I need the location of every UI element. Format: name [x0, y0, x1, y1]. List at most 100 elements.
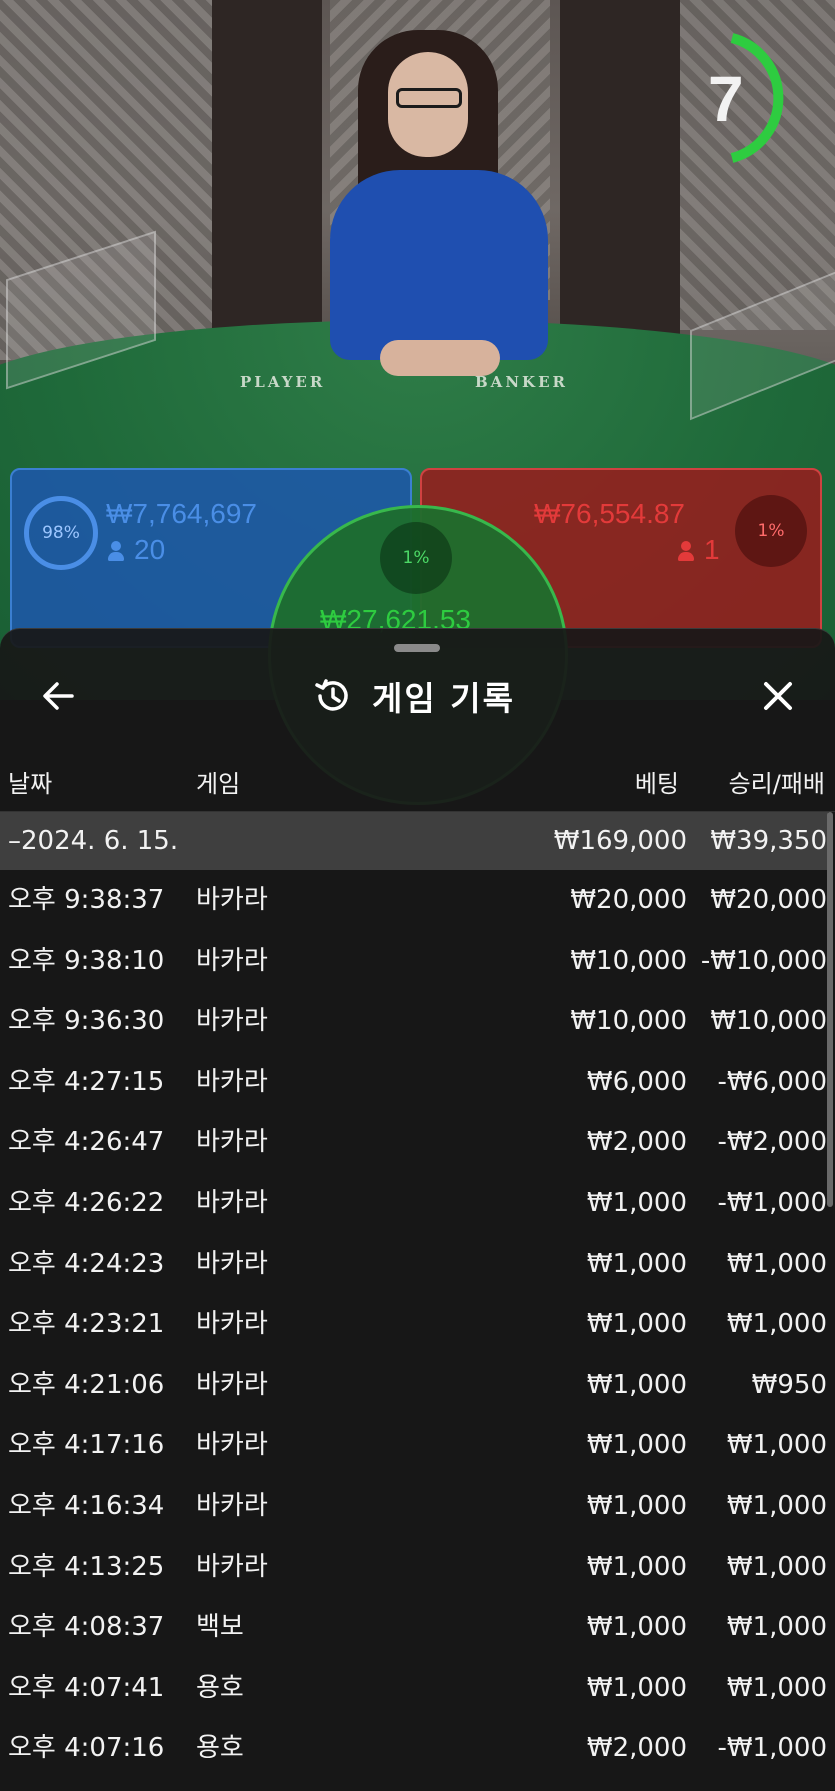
history-row[interactable]: 오후 4:13:25 바카라 ₩1,000 ₩1,000	[0, 1537, 835, 1598]
row-result: ₩950	[751, 1369, 827, 1400]
row-date: 오후 4:17:16	[8, 1430, 165, 1461]
history-row[interactable]: 오후 4:16:34 바카라 ₩1,000 ₩1,000	[0, 1476, 835, 1537]
row-game: 바카라	[196, 1248, 268, 1279]
row-result: -₩2,000	[717, 1127, 827, 1158]
column-header-date[interactable]: 날짜	[8, 764, 52, 799]
row-result: -₩10,000	[700, 945, 827, 976]
row-game: 바카라	[196, 945, 268, 976]
row-bet: ₩1,000	[586, 1672, 687, 1703]
dealer-hands	[380, 340, 500, 376]
row-bet: ₩10,000	[570, 945, 687, 976]
sheet-drag-handle[interactable]	[394, 644, 440, 652]
row-date: 오후 4:27:15	[8, 1066, 165, 1097]
row-date: 오후 9:38:10	[8, 945, 165, 976]
row-bet: ₩1,000	[586, 1551, 687, 1582]
row-date: 오후 4:07:16	[8, 1733, 165, 1764]
row-game: 용호	[196, 1733, 244, 1764]
banker-bettor-count-value: 1	[704, 534, 720, 565]
history-row[interactable]: 오후 4:23:21 바카라 ₩1,000 ₩1,000	[0, 1294, 835, 1355]
back-arrow-icon[interactable]	[38, 675, 80, 717]
history-row[interactable]: 오후 9:38:10 바카라 ₩10,000 -₩10,000	[0, 931, 835, 992]
row-date: 오후 4:07:41	[8, 1672, 165, 1703]
person-icon	[108, 541, 124, 561]
row-date: 오후 4:08:37	[8, 1612, 165, 1643]
row-bet: ₩1,000	[586, 1187, 687, 1218]
row-result: ₩1,000	[726, 1672, 827, 1703]
tie-percent-ring: 1%	[380, 522, 452, 594]
row-result: ₩1,000	[726, 1430, 827, 1461]
row-date: 오후 9:38:37	[8, 885, 165, 915]
row-game: 바카라	[196, 1006, 268, 1037]
pillar-right	[560, 0, 680, 360]
row-result: ₩1,000	[726, 1612, 827, 1643]
row-bet: ₩6,000	[586, 1066, 687, 1097]
row-game: 백보	[196, 1612, 244, 1643]
column-header-result[interactable]: 승리/패배	[729, 764, 825, 799]
history-row[interactable]: 오후 4:07:16 용호 ₩2,000 -₩1,000	[0, 1718, 835, 1779]
banker-bet-amount: ₩76,554.87	[534, 498, 685, 529]
pillar-left	[212, 0, 322, 360]
row-bet: ₩1,000	[586, 1612, 687, 1643]
row-result: -₩1,000	[717, 1187, 827, 1218]
row-bet: ₩20,000	[570, 885, 687, 915]
sheet-title: 게임 기록	[312, 672, 515, 720]
row-date: 오후 4:13:25	[8, 1551, 165, 1582]
row-result: ₩10,000	[710, 1006, 827, 1037]
row-game: 바카라	[196, 885, 268, 915]
banker-percent-ring: 1%	[735, 495, 807, 567]
row-bet: ₩1,000	[586, 1309, 687, 1340]
history-row[interactable]: 오후 9:38:37 바카라 ₩20,000 ₩20,000	[0, 870, 835, 931]
row-game: 바카라	[196, 1430, 268, 1461]
row-result: ₩1,000	[726, 1551, 827, 1582]
history-row[interactable]: 오후 4:08:37 백보 ₩1,000 ₩1,000	[0, 1597, 835, 1658]
dealer-glasses	[396, 88, 462, 108]
row-game: 바카라	[196, 1127, 268, 1158]
date-summary-row[interactable]: –2024. 6. 15. ₩169,000 ₩39,350	[0, 812, 828, 870]
row-date: 오후 4:26:22	[8, 1187, 165, 1218]
history-row[interactable]: 오후 4:21:06 바카라 ₩1,000 ₩950	[0, 1355, 835, 1416]
row-bet: ₩2,000	[586, 1127, 687, 1158]
row-result: -₩6,000	[717, 1066, 827, 1097]
row-result: ₩1,000	[726, 1248, 827, 1279]
banker-felt-label: BANKER	[475, 373, 568, 391]
history-row[interactable]: 오후 4:27:15 바카라 ₩6,000 -₩6,000	[0, 1052, 835, 1113]
row-date: 오후 9:36:30	[8, 1006, 165, 1037]
summary-date: –2024. 6. 15.	[8, 826, 179, 856]
history-row[interactable]: 오후 4:07:41 용호 ₩1,000 ₩1,000	[0, 1658, 835, 1719]
row-result: ₩20,000	[710, 885, 827, 915]
row-game: 바카라	[196, 1066, 268, 1097]
history-list: 오후 9:38:37 바카라 ₩20,000 ₩20,000 오후 9:38:10 바카라…	[0, 870, 835, 1779]
row-game: 바카라	[196, 1309, 268, 1340]
row-result: -₩1,000	[717, 1733, 827, 1764]
row-result: ₩1,000	[726, 1490, 827, 1521]
history-clock-icon	[315, 679, 348, 711]
row-result: ₩1,000	[726, 1309, 827, 1340]
history-row[interactable]: 오후 4:17:16 바카라 ₩1,000 ₩1,000	[0, 1415, 835, 1476]
summary-result-total: ₩39,350	[710, 826, 827, 856]
player-bettor-count: 20	[108, 534, 165, 566]
row-bet: ₩1,000	[586, 1490, 687, 1521]
person-icon	[678, 541, 694, 561]
column-header-bet[interactable]: 베팅	[635, 764, 679, 799]
player-percent-ring: 98%	[24, 496, 98, 570]
row-date: 오후 4:23:21	[8, 1309, 165, 1340]
row-game: 바카라	[196, 1369, 268, 1400]
row-date: 오후 4:16:34	[8, 1490, 165, 1521]
sheet-title-text: 게임 기록	[372, 679, 515, 718]
row-date: 오후 4:26:47	[8, 1127, 165, 1158]
history-row[interactable]: 오후 4:24:23 바카라 ₩1,000 ₩1,000	[0, 1234, 835, 1295]
row-bet: ₩1,000	[586, 1369, 687, 1400]
row-game: 바카라	[196, 1551, 268, 1582]
history-row[interactable]: 오후 4:26:22 바카라 ₩1,000 -₩1,000	[0, 1173, 835, 1234]
row-bet: ₩2,000	[586, 1733, 687, 1764]
summary-bet-total: ₩169,000	[553, 826, 687, 856]
row-game: 바카라	[196, 1490, 268, 1521]
row-game: 바카라	[196, 1187, 268, 1218]
row-bet: ₩1,000	[586, 1248, 687, 1279]
column-header-game[interactable]: 게임	[196, 764, 240, 799]
row-bet: ₩10,000	[570, 1006, 687, 1037]
close-icon[interactable]	[754, 672, 802, 720]
history-row[interactable]: 오후 4:26:47 바카라 ₩2,000 -₩2,000	[0, 1112, 835, 1173]
history-row[interactable]: 오후 9:36:30 바카라 ₩10,000 ₩10,000	[0, 991, 835, 1052]
row-bet: ₩1,000	[586, 1430, 687, 1461]
